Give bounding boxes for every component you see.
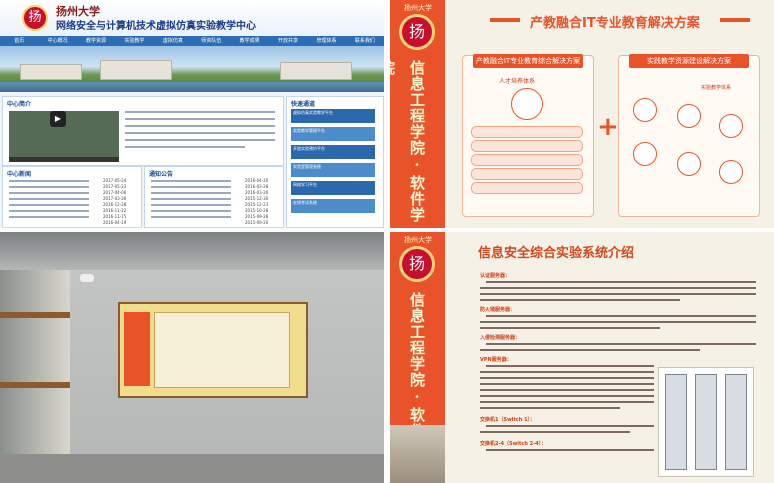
service-link[interactable]: 虚拟仿真实验教学平台 [291, 109, 375, 123]
university-seal: 扬 [399, 246, 435, 282]
service-link[interactable]: 开放实验预约平台 [291, 145, 375, 159]
notice-date: 2015-10-28 [245, 208, 269, 213]
campus-banner [0, 46, 384, 92]
right-solution-box: 实践教学资源建设解决方案 实验教学体系 [618, 54, 760, 217]
title-decoration [720, 18, 750, 22]
notice-date: 2016-03-28 [245, 184, 269, 189]
notice-date: 2015-12-23 [245, 202, 269, 207]
student-icon [719, 160, 743, 184]
right-box-title: 实践教学资源建设解决方案 [629, 54, 749, 68]
university-logo: 扬 [22, 5, 48, 31]
section-heading: 认证服务器： [480, 273, 511, 279]
course-icon [633, 142, 657, 166]
server-cabinet [695, 374, 717, 470]
server-icon [677, 104, 701, 128]
left-box-title: 产教融合IT专业教育综合解决方案 [473, 54, 583, 68]
nav-item[interactable]: 教学资源 [77, 36, 115, 46]
notice-panel: 通知公告 2016-04-20 2016-03-28 2016-03-20 20… [144, 166, 284, 228]
service-link[interactable]: 在线考试系统 [291, 199, 375, 213]
service-link[interactable]: 实验教学管理平台 [291, 127, 375, 141]
poster-side-stripe [124, 312, 150, 386]
site-center-name: 网络安全与计算机技术虚拟仿真实验教学中心 [56, 21, 256, 32]
site-header: 扬 扬州大学 网络安全与计算机技术虚拟仿真实验教学中心 [0, 0, 384, 36]
service-link[interactable]: 实验室管理系统 [291, 163, 375, 177]
site-nav: 首页 中心概况 教学资源 实验教学 虚拟仿真 师资队伍 教学成果 开放共享 管理… [0, 36, 384, 46]
slide-title: 信息安全综合实验系统介绍 [478, 246, 635, 261]
news-date: 2017-05-23 [103, 184, 127, 189]
service-panel: 快速通道 虚拟仿真实验教学平台 实验教学管理平台 开放实验预约平台 实验室管理系… [286, 96, 384, 228]
plus-icon: + [597, 112, 619, 142]
university-seal: 扬 [399, 14, 435, 50]
notice-date: 2016-04-20 [245, 178, 269, 183]
nav-item[interactable]: 教学成果 [230, 36, 268, 46]
glass-door [0, 270, 70, 483]
section-heading: 入侵检测服务器： [480, 335, 521, 341]
security-lab-slide: 扬州大学 扬 信息工程学院·软件学院 信息安全综合实验系统介绍 认证服务器： 防… [390, 232, 774, 483]
section-heading: 交换机1（Switch 1）： [480, 417, 536, 423]
intro-panel: 中心简介 ▶ [2, 96, 284, 166]
campus-building [280, 62, 352, 80]
section-heading: 防火墙服务器： [480, 307, 516, 313]
notice-panel-title: 通知公告 [149, 171, 174, 178]
news-date: 2017-03-30 [103, 196, 127, 201]
security-camera [80, 274, 94, 282]
news-date: 2017-05-24 [103, 178, 127, 183]
section-heading: VPN服务器： [480, 357, 512, 363]
wall-poster [118, 302, 308, 398]
slide-side-stripe: 扬州大学 扬 信息工程学院·软件学院 [390, 0, 445, 228]
section-heading: 交换机2-4（Switch 2-4）： [480, 441, 547, 447]
news-date: 2016-11-22 [103, 208, 127, 213]
nav-item[interactable]: 首页 [0, 36, 38, 46]
right-box-label: 实验教学体系 [701, 85, 732, 91]
left-box-label: 人才培养体系 [499, 78, 536, 85]
floor [0, 454, 384, 483]
campus-building [100, 60, 172, 80]
slide-side-stripe: 扬州大学 扬 信息工程学院·软件学院 [390, 232, 445, 483]
nav-item[interactable]: 管理体系 [307, 36, 345, 46]
news-date: 2016-04-19 [103, 220, 127, 225]
ceiling [0, 232, 384, 270]
title-decoration [490, 18, 520, 22]
website-screenshot: 扬 扬州大学 网络安全与计算机技术虚拟仿真实验教学中心 首页 中心概况 教学资源… [0, 0, 384, 228]
server-cabinet [665, 374, 687, 470]
nav-item[interactable]: 中心概况 [38, 36, 76, 46]
nav-item[interactable]: 虚拟仿真 [154, 36, 192, 46]
poster-content [154, 312, 290, 388]
news-date: 2016-12-28 [103, 202, 127, 207]
lab-wall-photo [0, 232, 384, 483]
stripe-university-name: 扬州大学 [404, 236, 432, 244]
campus-building [20, 64, 82, 80]
service-panel-title: 快速通道 [291, 101, 316, 108]
news-date: 2016-11-15 [103, 214, 127, 219]
intro-panel-title: 中心简介 [7, 101, 32, 108]
cloud-icon [677, 152, 701, 176]
notice-date: 2016-03-20 [245, 190, 269, 195]
notice-date: 2015-09-20 [245, 220, 269, 225]
nav-item[interactable]: 师资队伍 [192, 36, 230, 46]
notice-date: 2015-09-28 [245, 214, 269, 219]
slide-title: 产教融合IT专业教育解决方案 [530, 16, 700, 31]
play-icon[interactable]: ▶ [50, 111, 66, 127]
campus-lake [0, 82, 384, 92]
network-icon [633, 98, 657, 122]
lab-icon [719, 114, 743, 138]
server-rack-photo [658, 367, 754, 477]
solution-slide: 扬州大学 扬 信息工程学院·软件学院 产教融合IT专业教育解决方案 产教融合IT… [390, 0, 774, 228]
service-link[interactable]: 网络学习平台 [291, 181, 375, 195]
news-date: 2017-04-06 [103, 190, 127, 195]
framework-diagram [511, 88, 543, 120]
notice-date: 2015-12-30 [245, 196, 269, 201]
left-solution-box: 产教融合IT专业教育综合解决方案 人才培养体系 [462, 54, 594, 217]
nav-item[interactable]: 联系我们 [346, 36, 384, 46]
news-panel-title: 中心新闻 [7, 171, 32, 178]
slide-side-title: 信息工程学院·软件学院 [390, 60, 426, 223]
server-cabinet [725, 374, 747, 470]
stripe-university-name: 扬州大学 [404, 4, 432, 12]
nav-item[interactable]: 实验教学 [115, 36, 153, 46]
nav-item[interactable]: 开放共享 [269, 36, 307, 46]
video-controls[interactable] [9, 157, 119, 162]
news-panel: 中心新闻 2017-05-24 2017-05-23 2017-04-06 20… [2, 166, 142, 228]
campus-building-photo [390, 425, 445, 483]
